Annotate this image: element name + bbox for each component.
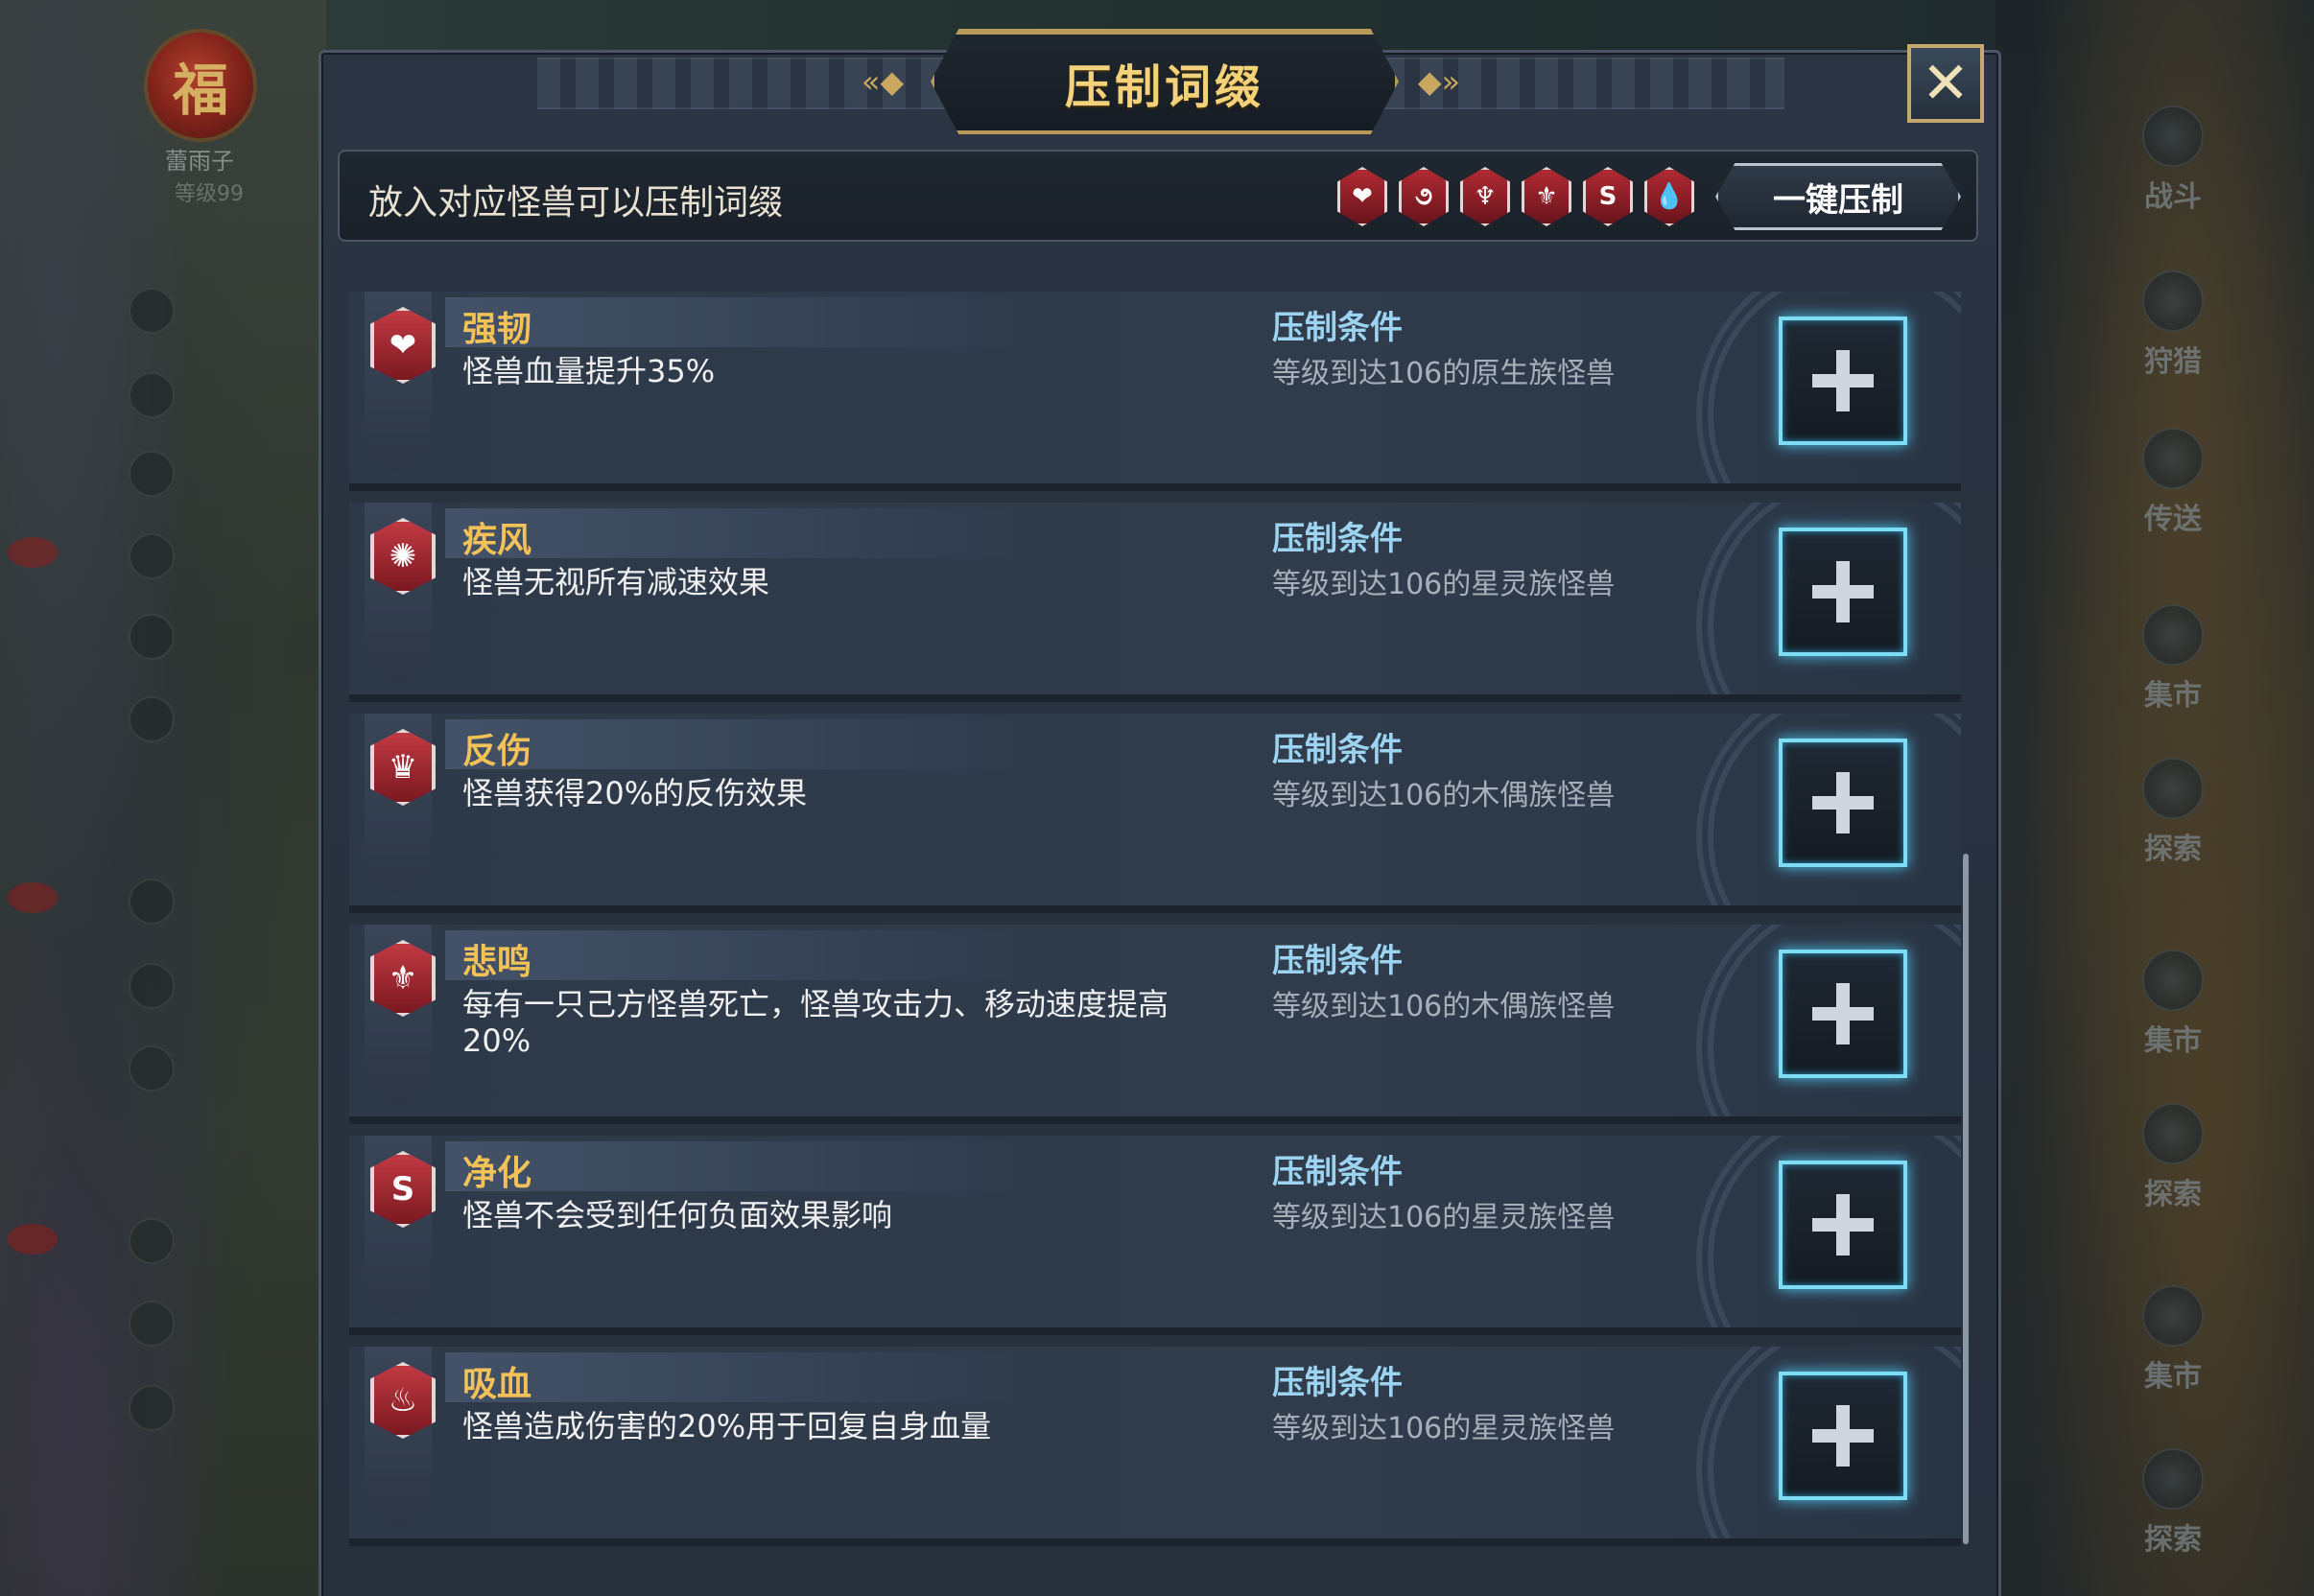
affix-name: 疾风 bbox=[462, 521, 532, 560]
affix-name: 吸血 bbox=[462, 1365, 532, 1404]
condition-title: 压制条件 bbox=[1272, 520, 1403, 558]
map-marker-icon bbox=[8, 537, 58, 568]
mail-icon[interactable] bbox=[129, 614, 175, 660]
purify-icon: S bbox=[1583, 167, 1633, 226]
affix-row-wail: ⚜ 悲鸣 每有一只己方怪兽死亡，怪兽攻击力、移动速度提高20% 压制条件 等级到… bbox=[349, 925, 1961, 1124]
affix-description: 怪兽不会受到任何负面效果影响 bbox=[462, 1197, 893, 1233]
title-plate: 压制词缀 bbox=[931, 29, 1399, 134]
condition-title: 压制条件 bbox=[1272, 1153, 1403, 1191]
add-monster-button[interactable] bbox=[1779, 317, 1907, 445]
affix-row-purify: S 净化 怪兽不会受到任何负面效果影响 压制条件 等级到达106的星灵族怪兽 bbox=[349, 1136, 1961, 1335]
market-icon bbox=[2142, 1285, 2204, 1347]
bow-icon bbox=[2142, 270, 2204, 332]
menu-teleport[interactable]: 传送 bbox=[2120, 428, 2226, 537]
condition-description: 等级到达106的星灵族怪兽 bbox=[1272, 1412, 1616, 1445]
trophy-icon[interactable] bbox=[129, 879, 175, 925]
affix-description: 怪兽获得20%的反伤效果 bbox=[462, 775, 808, 811]
menu-battle[interactable]: 战斗 bbox=[2120, 106, 2226, 215]
plus-icon bbox=[1836, 1194, 1850, 1256]
affix-icon-strip: ❤ ૭ ♆ ⚜ S 💧 bbox=[1337, 167, 1694, 226]
affix-description: 怪兽造成伤害的20%用于回复自身血量 bbox=[462, 1408, 992, 1444]
map-background-left bbox=[0, 0, 326, 1596]
affix-row-gale: ✺ 疾风 怪兽无视所有减速效果 压制条件 等级到达106的星灵族怪兽 bbox=[349, 503, 1961, 702]
add-monster-button[interactable] bbox=[1779, 1161, 1907, 1289]
affix-name: 悲鸣 bbox=[462, 943, 532, 982]
mail-icon[interactable] bbox=[129, 1301, 175, 1347]
player-level: 等级99 bbox=[175, 182, 244, 206]
close-icon: ✕ bbox=[1921, 50, 1971, 117]
market-icon bbox=[2142, 950, 2204, 1011]
plus-icon bbox=[1836, 1405, 1850, 1467]
menu-explore[interactable]: 探索 bbox=[2120, 1103, 2226, 1212]
telescope-icon bbox=[2142, 1448, 2204, 1510]
menu-market[interactable]: 集市 bbox=[2120, 604, 2226, 714]
condition-title: 压制条件 bbox=[1272, 942, 1403, 980]
affix-name: 强韧 bbox=[462, 310, 532, 349]
wail-icon: ⚜ bbox=[1522, 167, 1571, 226]
battle-icon bbox=[2142, 106, 2204, 167]
affix-description: 怪兽血量提升35% bbox=[462, 353, 716, 389]
menu-market[interactable]: 集市 bbox=[2120, 1285, 2226, 1395]
condition-title: 压制条件 bbox=[1272, 731, 1403, 769]
condition-description: 等级到达106的木偶族怪兽 bbox=[1272, 990, 1616, 1023]
info-icon[interactable] bbox=[129, 288, 175, 334]
map-marker-icon bbox=[8, 1224, 58, 1255]
list-scrollbar[interactable] bbox=[1963, 854, 1969, 1544]
add-monster-button[interactable] bbox=[1779, 739, 1907, 867]
hint-bar: 放入对应怪兽可以压制词缀 ❤ ૭ ♆ ⚜ S 💧 一键压制 bbox=[338, 150, 1978, 242]
condition-title: 压制条件 bbox=[1272, 1364, 1403, 1402]
affix-list[interactable]: ❤ 强韧 怪兽血量提升35% 压制条件 等级到达106的原生族怪兽 ✺ 疾风 怪… bbox=[349, 292, 1971, 1596]
condition-description: 等级到达106的木偶族怪兽 bbox=[1272, 779, 1616, 812]
coin-icon[interactable] bbox=[129, 1045, 175, 1091]
portal-icon bbox=[2142, 428, 2204, 489]
mail-icon[interactable] bbox=[129, 963, 175, 1009]
player-name: 蕾雨子 bbox=[165, 148, 234, 175]
affix-description: 怪兽无视所有减速效果 bbox=[462, 564, 770, 600]
market-icon bbox=[2142, 604, 2204, 666]
wing-ornament-icon: ◆» bbox=[1417, 63, 1461, 100]
trophy-icon[interactable] bbox=[129, 533, 175, 579]
map-marker-icon bbox=[8, 882, 58, 913]
affix-row-reflect: ♛ 反伤 怪兽获得20%的反伤效果 压制条件 等级到达106的木偶族怪兽 bbox=[349, 714, 1961, 913]
coin-icon[interactable] bbox=[129, 696, 175, 742]
condition-title: 压制条件 bbox=[1272, 309, 1403, 347]
spike-crown-icon: ♆ bbox=[1460, 167, 1510, 226]
affix-name: 净化 bbox=[462, 1154, 532, 1193]
game-screen: 福 蕾雨子 等级99 战斗 狩猎 传送 集市 探索 集市 探索 集市 探索 «◆… bbox=[0, 0, 2314, 1596]
hint-text: 放入对应怪兽可以压制词缀 bbox=[368, 183, 784, 223]
swirl-icon: ૭ bbox=[1399, 167, 1449, 226]
menu-explore[interactable]: 探索 bbox=[2120, 758, 2226, 867]
telescope-icon bbox=[2142, 758, 2204, 819]
coin-icon[interactable] bbox=[129, 1385, 175, 1431]
affix-row-lifesteal: ♨ 吸血 怪兽造成伤害的20%用于回复自身血量 压制条件 等级到达106的星灵族… bbox=[349, 1347, 1961, 1546]
affix-row-toughness: ❤ 强韧 怪兽血量提升35% 压制条件 等级到达106的原生族怪兽 bbox=[349, 292, 1961, 491]
fortune-badge-icon[interactable]: 福 bbox=[144, 29, 257, 142]
camera-icon[interactable] bbox=[129, 451, 175, 497]
trophy-icon[interactable] bbox=[129, 1218, 175, 1264]
plus-icon bbox=[1836, 983, 1850, 1044]
heart-icon: ❤ bbox=[1337, 167, 1387, 226]
dialog-title: 压制词缀 bbox=[1064, 60, 1264, 114]
affix-description: 每有一只己方怪兽死亡，怪兽攻击力、移动速度提高20% bbox=[462, 986, 1169, 1059]
blood-drop-icon: 💧 bbox=[1644, 167, 1694, 226]
gift-icon[interactable] bbox=[129, 372, 175, 418]
condition-description: 等级到达106的星灵族怪兽 bbox=[1272, 568, 1616, 601]
add-monster-button[interactable] bbox=[1779, 1372, 1907, 1500]
one-key-suppress-button[interactable]: 一键压制 bbox=[1715, 163, 1961, 230]
menu-explore[interactable]: 探索 bbox=[2120, 1448, 2226, 1558]
dialog-title-bar: «◆ ◆» 压制词缀 bbox=[537, 29, 1784, 134]
add-monster-button[interactable] bbox=[1779, 950, 1907, 1078]
affix-name: 反伤 bbox=[462, 732, 532, 771]
menu-hunt[interactable]: 狩猎 bbox=[2120, 270, 2226, 380]
menu-market[interactable]: 集市 bbox=[2120, 950, 2226, 1059]
plus-icon bbox=[1836, 772, 1850, 833]
condition-description: 等级到达106的原生族怪兽 bbox=[1272, 357, 1616, 390]
plus-icon bbox=[1836, 561, 1850, 622]
wing-ornament-icon: «◆ bbox=[861, 63, 905, 100]
close-button[interactable]: ✕ bbox=[1907, 44, 1984, 123]
plus-icon bbox=[1836, 350, 1850, 411]
add-monster-button[interactable] bbox=[1779, 528, 1907, 656]
condition-description: 等级到达106的星灵族怪兽 bbox=[1272, 1201, 1616, 1234]
telescope-icon bbox=[2142, 1103, 2204, 1164]
